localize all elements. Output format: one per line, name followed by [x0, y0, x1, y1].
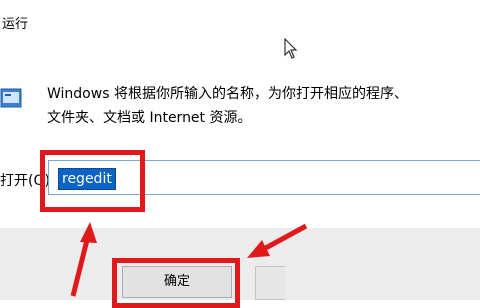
run-dialog: 运行 Windows 将根据你所输入的名称，为你打开相应的程序、 文件夹、文档或… [0, 0, 480, 308]
red-arrow-left-icon [247, 223, 308, 258]
annotation-arrows [70, 222, 308, 297]
red-arrow-up-icon [70, 222, 97, 297]
